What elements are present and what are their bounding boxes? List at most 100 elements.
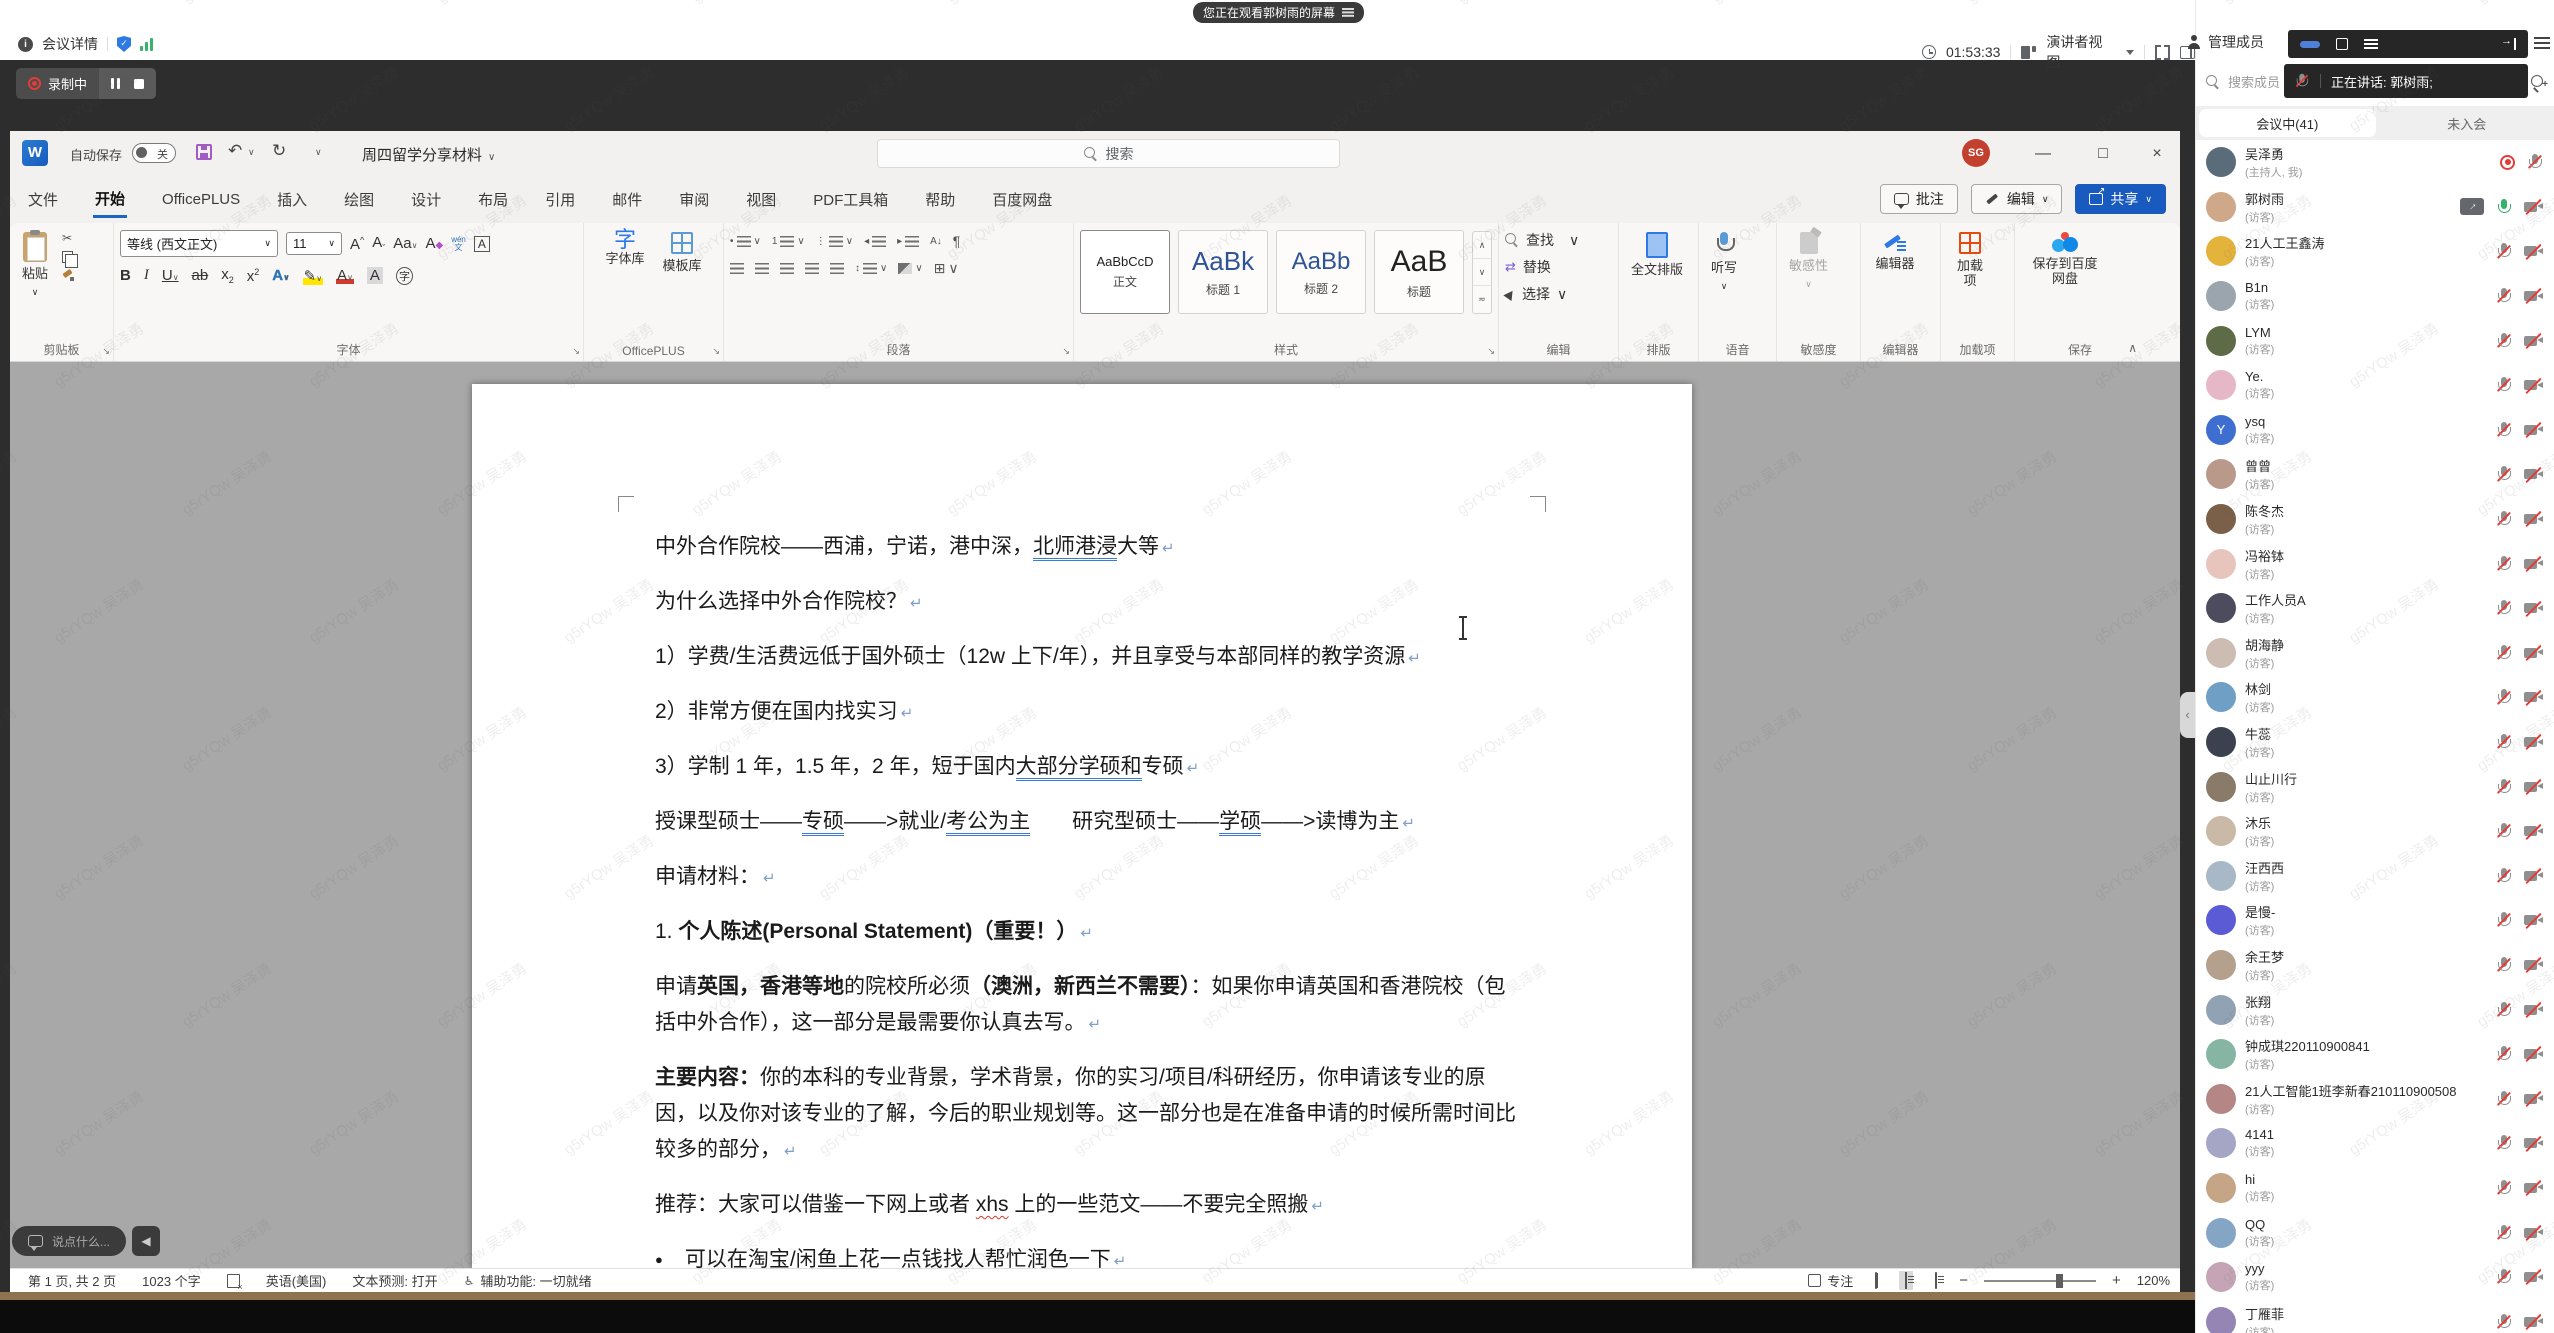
participant-row[interactable]: 汪西西(访客) (2196, 854, 2554, 899)
dictate-button[interactable]: 听写∨ (1705, 230, 1743, 296)
enclose-characters-button[interactable]: 字 (396, 267, 413, 285)
align-center-button[interactable] (755, 263, 769, 274)
save-icon[interactable] (196, 144, 212, 160)
camera-off-icon[interactable] (2524, 601, 2543, 615)
paragraph[interactable]: 授课型硕士——专硕——>就业/考公为主 研究型硕士——学硕——>读博为主↵ (655, 804, 1517, 842)
camera-off-icon[interactable] (2524, 646, 2543, 660)
paragraph-dialog-launcher[interactable]: ↘ (1062, 346, 1070, 357)
page-indicator[interactable]: 第 1 页, 共 2 页 (28, 1271, 116, 1290)
camera-off-icon[interactable] (2524, 869, 2543, 883)
menu-tab-引用[interactable]: 引用 (543, 183, 577, 216)
camera-off-icon[interactable] (2524, 334, 2543, 348)
styles-scroll[interactable]: ∧∨≂ (1472, 231, 1492, 314)
mic-muted-icon[interactable] (2496, 376, 2512, 394)
mic-muted-icon[interactable] (2527, 153, 2543, 171)
officeplus-dialog-launcher[interactable]: ↘ (712, 346, 720, 357)
stop-recording-button[interactable] (134, 79, 144, 89)
menu-tab-视图[interactable]: 视图 (744, 183, 778, 216)
camera-off-icon[interactable] (2524, 1181, 2543, 1195)
clipboard-dialog-launcher[interactable]: ↘ (102, 346, 110, 357)
mic-muted-icon[interactable] (2496, 287, 2512, 305)
participant-row[interactable]: 张翔(访客) (2196, 987, 2554, 1032)
menu-tab-文件[interactable]: 文件 (26, 183, 60, 216)
menu-tab-OfficePLUS[interactable]: OfficePLUS (160, 185, 242, 214)
pause-recording-button[interactable] (111, 78, 120, 89)
participant-row[interactable]: 曾曾(访客) (2196, 452, 2554, 497)
menu-tab-审阅[interactable]: 审阅 (677, 183, 711, 216)
menu-tab-开始[interactable]: 开始 (93, 182, 127, 218)
mic-muted-icon[interactable] (2496, 1268, 2512, 1286)
paragraph[interactable]: 3）学制 1 年，1.5 年，2 年，短于国内大部分学硕和专硕↵ (655, 749, 1517, 787)
full-layout-button[interactable]: 全文排版 (1625, 230, 1689, 279)
paragraph[interactable]: 申请英国，香港等地的院校所必须（澳洲，新西兰不需要）：如果你申请英国和香港院校（… (655, 969, 1517, 1043)
participant-row[interactable]: QQ(访客) (2196, 1210, 2554, 1255)
language-indicator[interactable]: 英语(美国) (266, 1271, 327, 1290)
replace-button[interactable]: ⇄替换 (1505, 257, 1612, 277)
style-card-正文[interactable]: AaBbCcD正文 (1080, 230, 1170, 314)
bullet-list-button[interactable]: •∨ (730, 236, 761, 247)
menu-tab-帮助[interactable]: 帮助 (923, 183, 957, 216)
camera-off-icon[interactable] (2524, 1226, 2543, 1240)
mic-on-icon[interactable] (2496, 198, 2512, 216)
mic-muted-icon[interactable] (2496, 242, 2512, 260)
mic-muted-icon[interactable] (2496, 599, 2512, 617)
restore-meeting-icon[interactable] (2336, 38, 2348, 50)
add-member-search-icon[interactable]: + (2530, 74, 2548, 92)
paragraph[interactable]: ●可以在淘宝/闲鱼上花一点钱找人帮忙润色一下↵ (655, 1242, 1517, 1268)
focus-mode-button[interactable]: 专注 (1808, 1271, 1853, 1290)
font-color-button[interactable]: A∨ (336, 267, 354, 284)
menu-tab-布局[interactable]: 布局 (476, 183, 510, 216)
text-effects-button[interactable]: A∨ (272, 267, 289, 284)
mic-muted-icon[interactable] (2496, 555, 2512, 573)
member-search-box[interactable]: 搜索成员 (2206, 72, 2280, 91)
fullscreen-icon[interactable] (2155, 45, 2170, 60)
account-avatar[interactable]: SG (1962, 139, 1990, 167)
undo-dropdown-icon[interactable]: ∨ (248, 147, 255, 158)
decrease-indent-button[interactable]: ◂ (864, 236, 886, 247)
italic-button[interactable]: I (144, 267, 149, 284)
participant-row[interactable]: 21人工王鑫涛(访客) (2196, 229, 2554, 274)
addins-button[interactable]: 加载项 (1947, 230, 1993, 290)
mic-muted-icon[interactable] (2496, 465, 2512, 483)
camera-off-icon[interactable] (2524, 824, 2543, 838)
strikethrough-button[interactable]: ab (192, 267, 209, 284)
numbered-list-button[interactable]: 1∨ (772, 236, 805, 247)
paragraph[interactable]: 主要内容：你的本科的专业背景，学术背景，你的实习/项目/科研经历，你申请该专业的… (655, 1060, 1517, 1170)
mic-muted-icon[interactable] (2496, 1313, 2512, 1331)
font-size-select[interactable]: 11∨ (286, 232, 342, 255)
mic-muted-icon[interactable] (2496, 421, 2512, 439)
mic-muted-icon[interactable] (2496, 778, 2512, 796)
meeting-details-button[interactable]: 会议详情 (42, 34, 98, 54)
menu-tab-百度网盘[interactable]: 百度网盘 (990, 183, 1054, 216)
editor-button[interactable]: 编辑器 (1867, 230, 1923, 273)
menu-tab-邮件[interactable]: 邮件 (610, 183, 644, 216)
mic-muted-icon[interactable] (2496, 867, 2512, 885)
camera-off-icon[interactable] (2524, 244, 2543, 258)
participant-row[interactable]: 工作人员A(访客) (2196, 586, 2554, 631)
participant-row[interactable]: 山止川行(访客) (2196, 764, 2554, 809)
camera-off-icon[interactable] (2524, 913, 2543, 927)
find-button[interactable]: 查找∨ (1505, 230, 1612, 250)
document-canvas[interactable]: 中外合作院校——西浦，宁诺，港中深，北师港浸大等↵为什么选择中外合作院校？↵1）… (10, 362, 2180, 1268)
chat-quick-input[interactable]: 说点什么... (12, 1226, 126, 1256)
camera-off-icon[interactable] (2524, 780, 2543, 794)
subscript-button[interactable]: x2 (221, 266, 234, 285)
document-text[interactable]: 中外合作院校——西浦，宁诺，港中深，北师港浸大等↵为什么选择中外合作院校？↵1）… (655, 529, 1517, 1268)
web-layout-button[interactable] (1929, 1271, 1943, 1290)
document-title[interactable]: 周四留学分享材料∨ (362, 144, 495, 165)
share-button[interactable]: 共享∨ (2075, 184, 2166, 214)
minimize-button[interactable]: — (2020, 131, 2066, 176)
select-button[interactable]: 选择∨ (1505, 284, 1612, 304)
camera-off-icon[interactable] (2524, 958, 2543, 972)
redo-icon[interactable]: ↻ (272, 141, 286, 161)
participant-row[interactable]: hi(访客) (2196, 1166, 2554, 1211)
autosave-toggle[interactable]: 关 (132, 143, 176, 163)
superscript-button[interactable]: x2 (247, 267, 260, 285)
security-shield-icon[interactable]: ✓ (117, 36, 131, 52)
sort-button[interactable]: A↓ (930, 236, 942, 247)
mic-muted-icon[interactable] (2496, 733, 2512, 751)
participant-row[interactable]: Yysq(访客) (2196, 408, 2554, 453)
undo-icon[interactable]: ↶ (228, 141, 242, 161)
camera-off-icon[interactable] (2524, 735, 2543, 749)
distribute-button[interactable] (830, 263, 844, 274)
